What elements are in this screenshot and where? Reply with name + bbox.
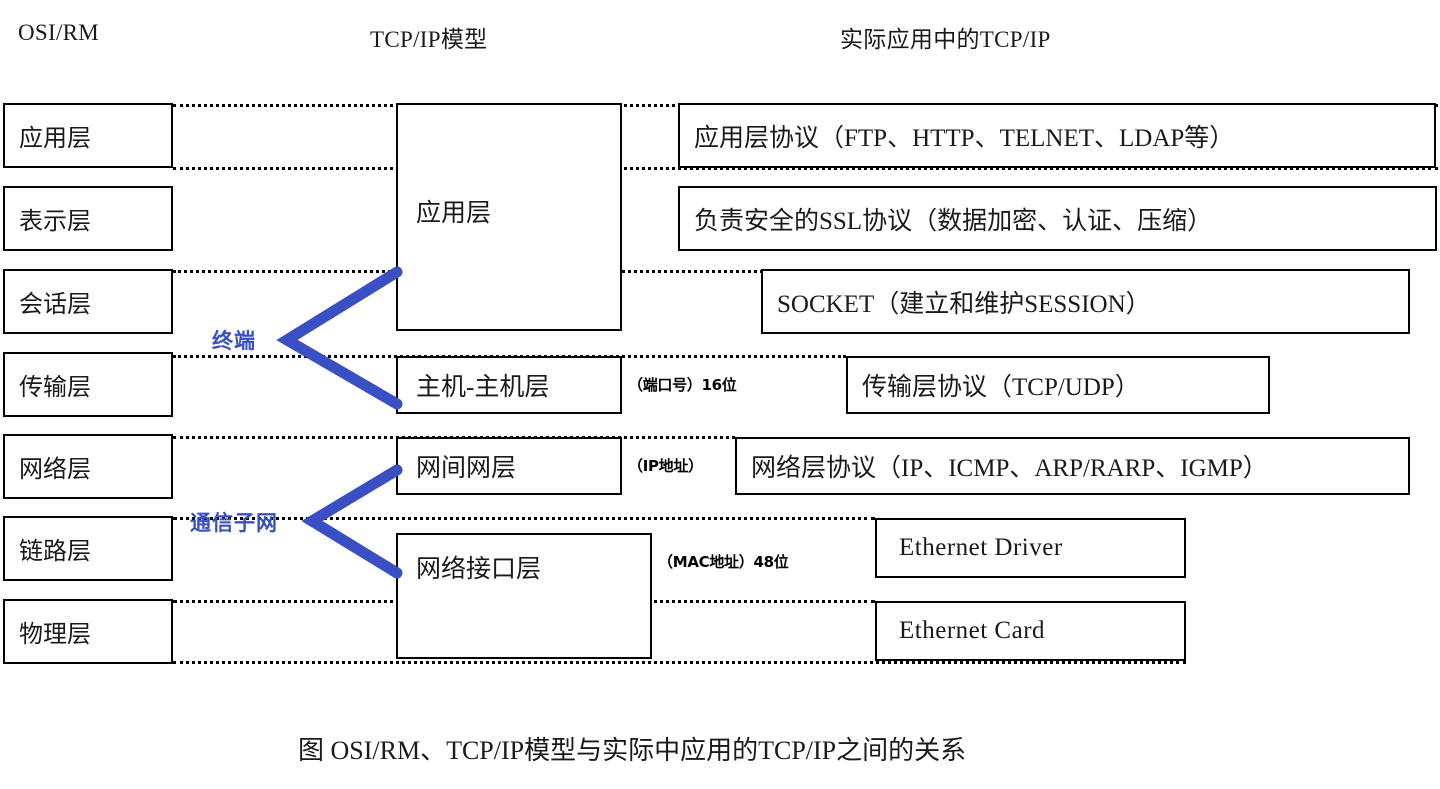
figure-caption: 图 OSI/RM、TCP/IP模型与实际中应用的TCP/IP之间的关系 xyxy=(298,736,967,765)
bracket-label-terminal: 终端 xyxy=(212,329,256,353)
protocol-box-ethernet-card: Ethernet Card xyxy=(875,601,1186,661)
protocol-label: Ethernet Card xyxy=(899,617,1046,644)
annotation-ip-address: （IP地址） xyxy=(628,457,703,475)
osi-layer-box-network: 网络层 xyxy=(3,434,173,499)
column-header-tcpip-model: TCP/IP模型 xyxy=(370,27,488,52)
column-header-osi: OSI/RM xyxy=(18,20,100,45)
protocol-label: 应用层协议（FTP、HTTP、TELNET、LDAP等） xyxy=(694,124,1235,152)
terminal-bracket-icon xyxy=(276,266,403,410)
osi-layer-box-physical: 物理层 xyxy=(3,599,173,664)
tcpip-layer-box-host-to-host: 主机-主机层 xyxy=(396,356,622,414)
tcpip-layer-label: 网间网层 xyxy=(416,455,517,482)
protocol-label: 传输层协议（TCP/UDP） xyxy=(862,374,1140,401)
annotation-port-number: （端口号）16位 xyxy=(628,376,737,394)
osi-layer-label: 会话层 xyxy=(19,292,91,318)
osi-layer-box-application: 应用层 xyxy=(3,103,173,168)
osi-layer-box-presentation: 表示层 xyxy=(3,186,173,251)
subnet-bracket-icon xyxy=(301,464,403,579)
osi-layer-label: 传输层 xyxy=(19,375,91,401)
annotation-mac-address: （MAC地址）48位 xyxy=(658,553,789,571)
osi-layer-box-transport: 传输层 xyxy=(3,352,173,417)
protocol-box-ssl: 负责安全的SSL协议（数据加密、认证、压缩） xyxy=(678,186,1437,251)
alignment-dotted-line xyxy=(173,517,875,520)
alignment-dotted-line xyxy=(173,661,1186,664)
protocol-box-ethernet-driver: Ethernet Driver xyxy=(875,518,1186,578)
osi-layer-box-datalink: 链路层 xyxy=(3,516,173,581)
protocol-box-transport: 传输层协议（TCP/UDP） xyxy=(846,356,1270,414)
tcpip-layer-box-internet: 网间网层 xyxy=(396,437,622,495)
osi-layer-label: 表示层 xyxy=(19,209,91,235)
tcpip-layer-label: 网络接口层 xyxy=(416,556,542,583)
tcpip-layer-label: 应用层 xyxy=(416,200,492,227)
osi-layer-label: 应用层 xyxy=(19,126,91,152)
protocol-label: 负责安全的SSL协议（数据加密、认证、压缩） xyxy=(694,207,1213,235)
column-header-tcpip-practical: 实际应用中的TCP/IP xyxy=(840,27,1051,52)
tcpip-layer-label: 主机-主机层 xyxy=(416,374,550,401)
osi-layer-label: 物理层 xyxy=(19,622,91,648)
protocol-box-socket: SOCKET（建立和维护SESSION） xyxy=(761,269,1410,334)
diagram-canvas: OSI/RM TCP/IP模型 实际应用中的TCP/IP 应用层 表示层 会话层… xyxy=(0,0,1440,789)
protocol-box-application-protocols: 应用层协议（FTP、HTTP、TELNET、LDAP等） xyxy=(678,103,1436,168)
tcpip-layer-box-application: 应用层 xyxy=(396,103,622,331)
osi-layer-label: 链路层 xyxy=(19,539,91,565)
tcpip-layer-box-network-interface: 网络接口层 xyxy=(396,533,652,659)
protocol-box-network: 网络层协议（IP、ICMP、ARP/RARP、IGMP） xyxy=(735,437,1410,495)
osi-layer-label: 网络层 xyxy=(19,457,91,483)
protocol-label: Ethernet Driver xyxy=(899,534,1063,561)
osi-layer-box-session: 会话层 xyxy=(3,269,173,334)
protocol-label: SOCKET（建立和维护SESSION） xyxy=(777,290,1151,318)
protocol-label: 网络层协议（IP、ICMP、ARP/RARP、IGMP） xyxy=(751,455,1268,482)
bracket-label-communication-subnet: 通信子网 xyxy=(190,511,278,535)
